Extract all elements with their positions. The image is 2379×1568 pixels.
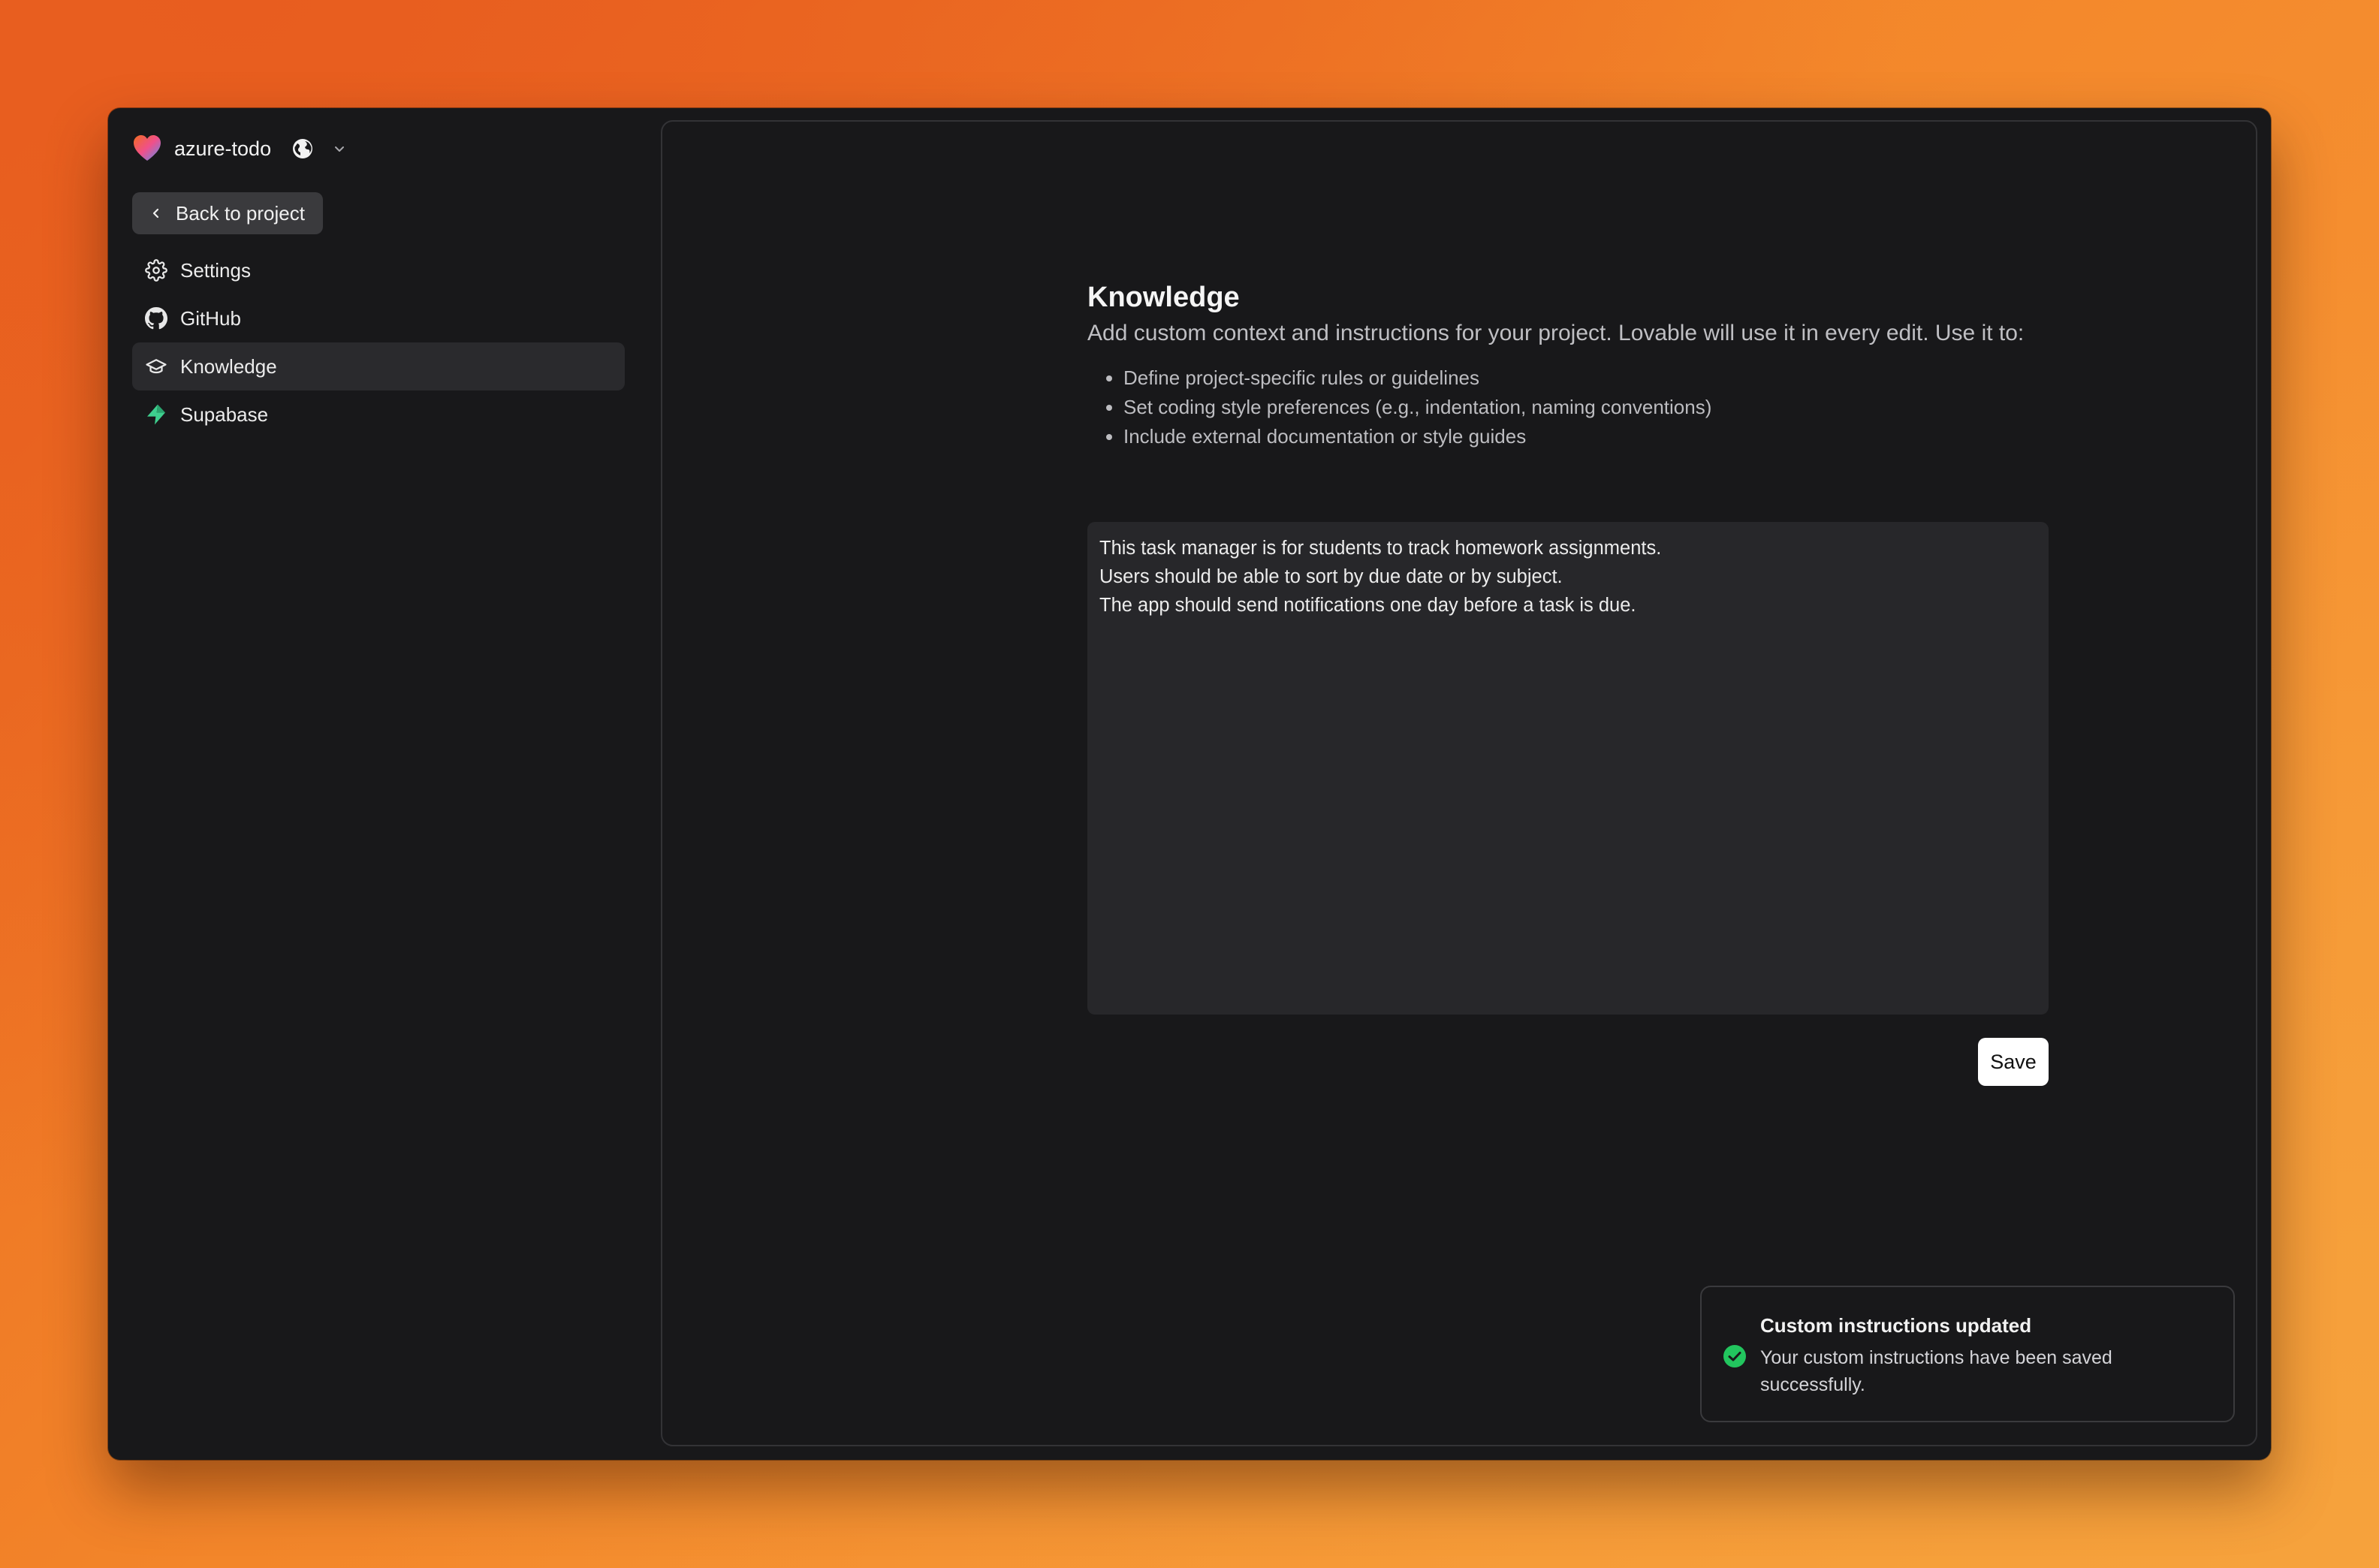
check-circle-icon <box>1723 1344 1747 1368</box>
knowledge-section: Knowledge Add custom context and instruc… <box>1087 281 2049 451</box>
app-window: azure-todo Back to project Settings GitH… <box>108 108 2271 1460</box>
supabase-icon <box>144 403 168 427</box>
sidebar-item-github[interactable]: GitHub <box>132 294 625 342</box>
toast-title: Custom instructions updated <box>1760 1314 2032 1337</box>
graduation-cap-icon <box>144 354 168 378</box>
sidebar-item-label: Knowledge <box>180 354 277 378</box>
success-toast[interactable]: Custom instructions updated Your custom … <box>1700 1286 2235 1422</box>
toast-message: Your custom instructions have been saved… <box>1760 1347 2112 1395</box>
knowledge-textarea[interactable]: This task manager is for students to tra… <box>1087 522 2049 1015</box>
sidebar-item-label: GitHub <box>180 306 241 330</box>
sidebar-item-supabase[interactable]: Supabase <box>132 390 625 439</box>
gear-icon <box>144 258 168 282</box>
github-icon <box>144 306 168 330</box>
save-button[interactable]: Save <box>1978 1038 2049 1086</box>
sidebar: azure-todo Back to project Settings GitH… <box>108 108 754 1460</box>
guideline-list: Define project-specific rules or guideli… <box>1087 363 2049 451</box>
sidebar-item-label: Supabase <box>180 403 269 426</box>
list-item: Define project-specific rules or guideli… <box>1123 363 2049 393</box>
globe-icon <box>291 137 315 161</box>
sidebar-item-knowledge[interactable]: Knowledge <box>132 342 625 390</box>
page-description: Add custom context and instructions for … <box>1087 321 2025 345</box>
sidebar-item-settings[interactable]: Settings <box>132 246 625 294</box>
page-title: Knowledge <box>1087 282 1240 313</box>
chevron-down-icon[interactable] <box>330 139 349 158</box>
sidebar-item-label: Settings <box>180 258 251 282</box>
project-name: azure-todo <box>174 137 272 160</box>
list-item: Include external documentation or style … <box>1123 422 2049 451</box>
project-switcher[interactable]: azure-todo <box>132 128 349 170</box>
back-to-project-button[interactable]: Back to project <box>132 192 323 234</box>
back-to-project-label: Back to project <box>176 201 305 225</box>
lovable-heart-icon <box>132 134 162 164</box>
list-item: Set coding style preferences (e.g., inde… <box>1123 393 2049 422</box>
settings-nav: Settings GitHub Knowledge Supabase <box>132 246 625 439</box>
chevron-left-icon <box>147 204 165 222</box>
